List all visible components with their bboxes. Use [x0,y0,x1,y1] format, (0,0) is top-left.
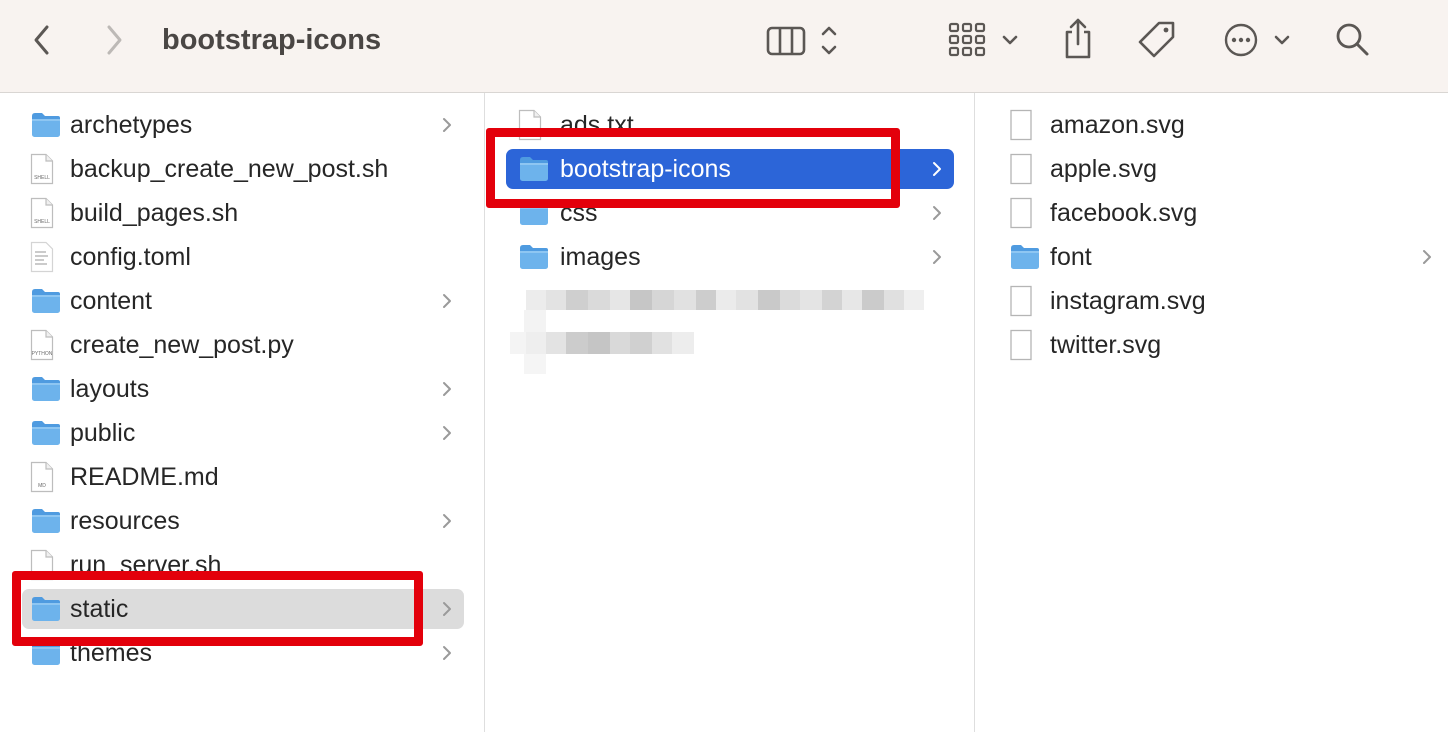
file-item-apple-svg[interactable]: apple.svg [999,149,1439,189]
group-button[interactable] [944,18,1024,62]
file-item-config-toml[interactable]: config.toml [22,237,464,277]
document-icon: MD [30,457,54,497]
chevron-right-icon [441,369,453,409]
folder-icon [30,281,62,321]
toolbar: bootstrap-icons [0,0,1448,93]
window-title: bootstrap-icons [162,24,382,56]
column-bootstrap-icons: amazon.svg apple.svg facebook.svg font insta… [975,93,1448,732]
folder-item-images[interactable]: images [506,237,954,277]
chevron-right-icon [931,193,943,233]
file-item-twitter-svg[interactable]: twitter.svg [999,325,1439,365]
chevron-right-icon [441,281,453,321]
file-item-backup-create-new-post-sh[interactable]: SHELL backup_create_new_post.sh [22,149,464,189]
item-label: images [560,242,641,271]
forward-icon [107,25,122,55]
chevron-right-icon [441,589,453,629]
svg-file-icon [1009,105,1033,145]
redacted-item [510,288,930,378]
folder-item-resources[interactable]: resources [22,501,464,541]
file-item-readme-md[interactable]: MD README.md [22,457,464,497]
document-icon: SHELL [30,193,54,233]
folder-icon [30,501,62,541]
item-label: backup_create_new_post.sh [70,154,389,183]
folder-item-archetypes[interactable]: archetypes [22,105,464,145]
file-item-build-pages-sh[interactable]: SHELL build_pages.sh [22,193,464,233]
chevron-right-icon [931,149,943,189]
chevron-right-icon [441,633,453,673]
item-label: content [70,286,153,315]
svg-text:MD: MD [38,483,46,489]
highlight-box-bootstrap-icons [486,128,900,208]
file-item-instagram-svg[interactable]: instagram.svg [999,281,1439,321]
svg-file-icon [1009,325,1033,365]
item-label: resources [70,506,180,535]
folder-item-content[interactable]: content [22,281,464,321]
folder-item-layouts[interactable]: layouts [22,369,464,409]
file-item-facebook-svg[interactable]: facebook.svg [999,193,1439,233]
file-item-create-new-post-py[interactable]: PYTHON create_new_post.py [22,325,464,365]
item-label: build_pages.sh [70,198,239,227]
svg-file-icon [1009,149,1033,189]
share-icon [1065,18,1091,59]
svg-file-icon [1009,281,1033,321]
more-icon [1224,23,1290,57]
svg-text:SHELL: SHELL [34,175,50,181]
item-label: config.toml [70,242,191,271]
highlight-box-static [12,571,423,646]
chevron-right-icon [441,413,453,453]
back-icon [34,25,49,55]
document-icon: PYTHON [30,325,54,365]
folder-item-font[interactable]: font [999,237,1439,277]
more-button[interactable] [1220,18,1296,62]
folder-icon [30,413,62,453]
item-label: facebook.svg [1050,198,1198,227]
chevron-right-icon [1421,237,1433,277]
folder-icon [30,105,62,145]
item-label: public [70,418,136,447]
item-label: amazon.svg [1050,110,1185,139]
icon-grid-icon [948,22,1018,57]
item-label: README.md [70,462,219,491]
chevron-right-icon [441,501,453,541]
back-button[interactable] [24,20,60,60]
folder-item-public[interactable]: public [22,413,464,453]
search-icon [1336,23,1369,56]
item-label: create_new_post.py [70,330,294,359]
document-icon: SHELL [30,149,54,189]
file-item-amazon-svg[interactable]: amazon.svg [999,105,1439,145]
folder-icon [30,369,62,409]
share-button[interactable] [1058,14,1098,62]
folder-icon [518,237,550,277]
search-button[interactable] [1332,18,1374,62]
columns-view-icon [766,26,837,56]
tags-button[interactable] [1134,18,1180,62]
item-label: apple.svg [1050,154,1158,183]
item-label: instagram.svg [1050,286,1206,315]
item-label: layouts [70,374,150,403]
chevron-right-icon [931,237,943,277]
folder-icon [1009,237,1041,277]
svg-file-icon [1009,193,1033,233]
view-button[interactable] [760,18,848,62]
forward-button[interactable] [96,20,132,60]
text-document-icon [30,237,54,277]
svg-text:SHELL: SHELL [34,219,50,225]
item-label: twitter.svg [1050,330,1162,359]
tag-icon [1138,21,1175,58]
chevron-right-icon [441,105,453,145]
svg-text:PYTHON: PYTHON [32,351,53,357]
item-label: font [1050,242,1092,271]
item-label: archetypes [70,110,193,139]
